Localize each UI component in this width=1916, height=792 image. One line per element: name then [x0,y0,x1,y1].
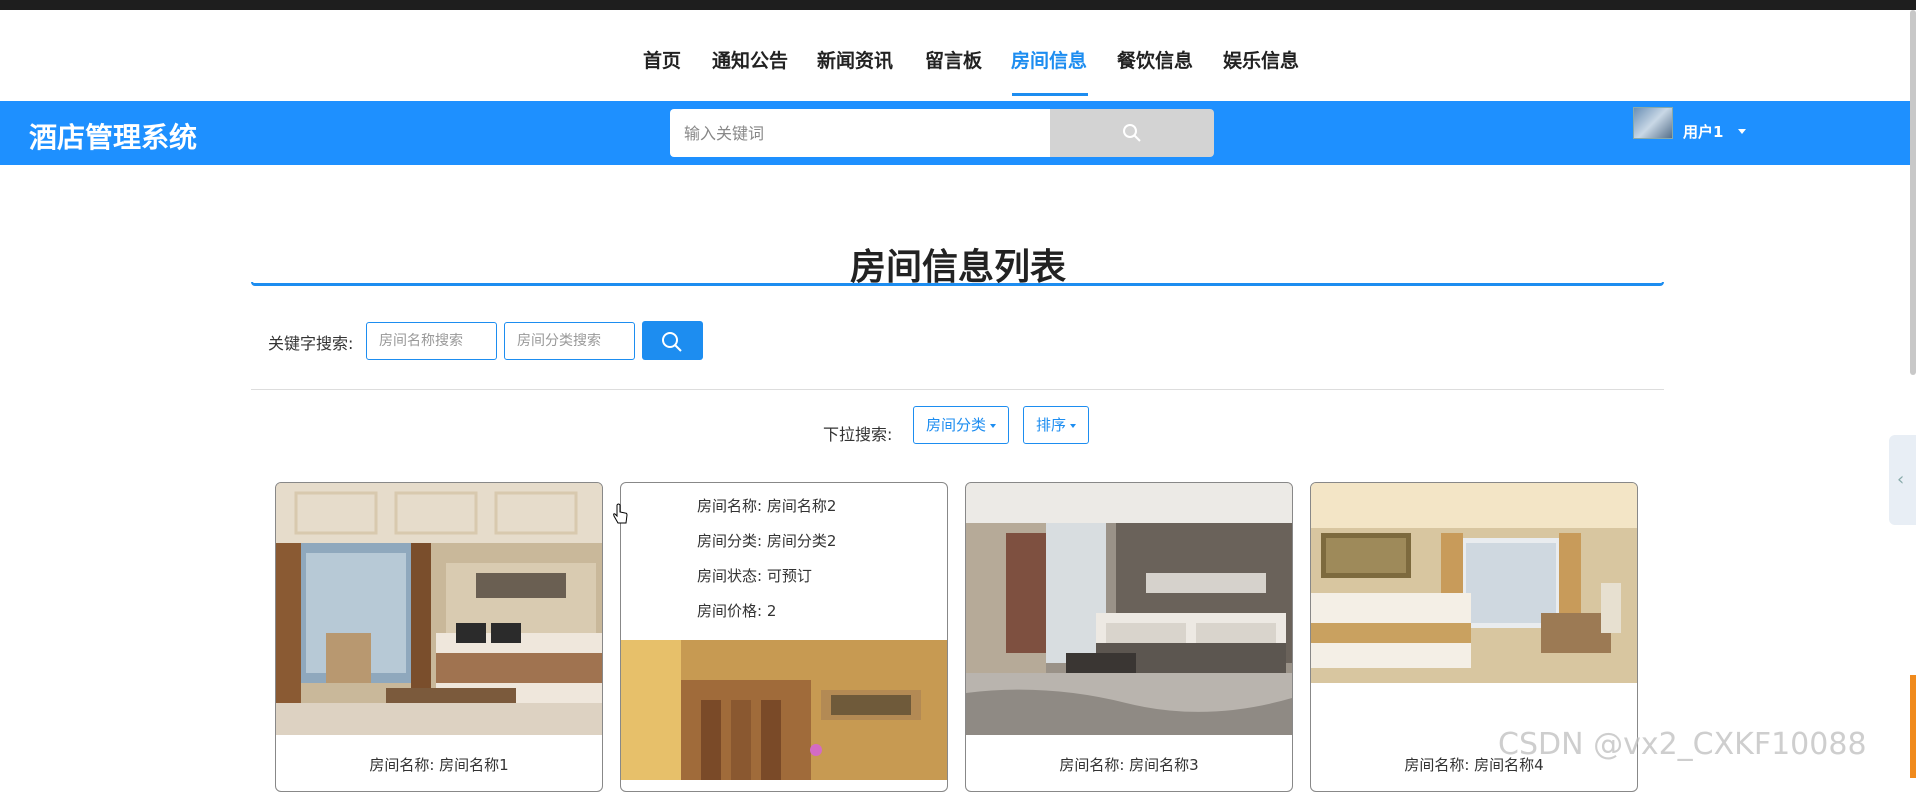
room-photo-3 [966,483,1292,735]
nav-item-dining[interactable]: 餐饮信息 [1117,46,1193,73]
search-icon [1123,124,1141,142]
header-bar: 酒店管理系统 用户1 [0,101,1916,165]
sort-dropdown[interactable]: 排序 [1023,406,1090,444]
room-price-info: 房间价格: 2 [697,602,777,620]
caret-down-icon [1070,423,1077,428]
nav-active-indicator [1012,93,1088,96]
caret-down-icon [990,423,997,428]
page-scrollbar[interactable] [1910,10,1916,375]
room-card-caption: 房间名称: 房间名称3 [1059,756,1199,774]
keyword-search-label: 关键字搜索: [268,334,354,353]
side-collapse-tab[interactable]: ‹ [1889,435,1916,525]
room-card-3[interactable]: 房间名称: 房间名称3 [965,482,1293,792]
global-search-button[interactable] [1050,109,1214,157]
room-photo-1 [276,483,602,735]
hand-cursor-icon [613,503,628,524]
keyword-search-button[interactable] [642,321,703,360]
global-search-input[interactable] [670,109,1050,157]
filter-divider [251,389,1664,390]
window-top-bar [0,0,1916,10]
room-category-search-input[interactable] [504,322,635,360]
room-card-1[interactable]: 房间名称: 房间名称1 [275,482,603,792]
watermark: CSDN @vx2_CXKF10088 [1498,727,1867,762]
room-status-info: 房间状态: 可预订 [697,567,812,585]
room-name-search-input[interactable] [366,322,497,360]
room-category-info: 房间分类: 房间分类2 [697,532,837,550]
user-menu-caret-icon[interactable] [1738,129,1746,134]
nav-item-news[interactable]: 新闻资讯 [817,46,893,73]
room-name-info: 房间名称: 房间名称2 [697,497,837,515]
room-card-2[interactable]: 房间名称: 房间名称2 房间分类: 房间分类2 房间状态: 可预订 房间价格: … [620,482,948,792]
nav-item-home[interactable]: 首页 [643,46,681,73]
site-logo[interactable]: 酒店管理系统 [29,116,197,156]
room-category-dropdown[interactable]: 房间分类 [913,406,1010,444]
room-photo-2 [621,640,947,780]
dropdown-search-label: 下拉搜索: [823,425,893,444]
chevron-left-icon: ‹ [1897,469,1905,490]
nav-item-notices[interactable]: 通知公告 [712,46,788,73]
room-card-caption: 房间名称: 房间名称1 [369,756,509,774]
nav-item-messages[interactable]: 留言板 [925,46,982,73]
user-name[interactable]: 用户1 [1683,121,1723,142]
room-photo-4 [1311,483,1637,683]
sort-dropdown-label: 排序 [1036,416,1067,434]
floating-side-element [1910,675,1916,778]
nav-item-rooms[interactable]: 房间信息 [1011,46,1087,73]
title-underline [251,282,1664,286]
search-icon [662,332,682,352]
user-avatar[interactable] [1633,107,1673,139]
room-category-dropdown-label: 房间分类 [926,416,987,434]
top-navigation: 首页 通知公告 新闻资讯 留言板 房间信息 餐饮信息 娱乐信息 [0,10,1916,101]
nav-item-entertainment[interactable]: 娱乐信息 [1223,46,1299,73]
